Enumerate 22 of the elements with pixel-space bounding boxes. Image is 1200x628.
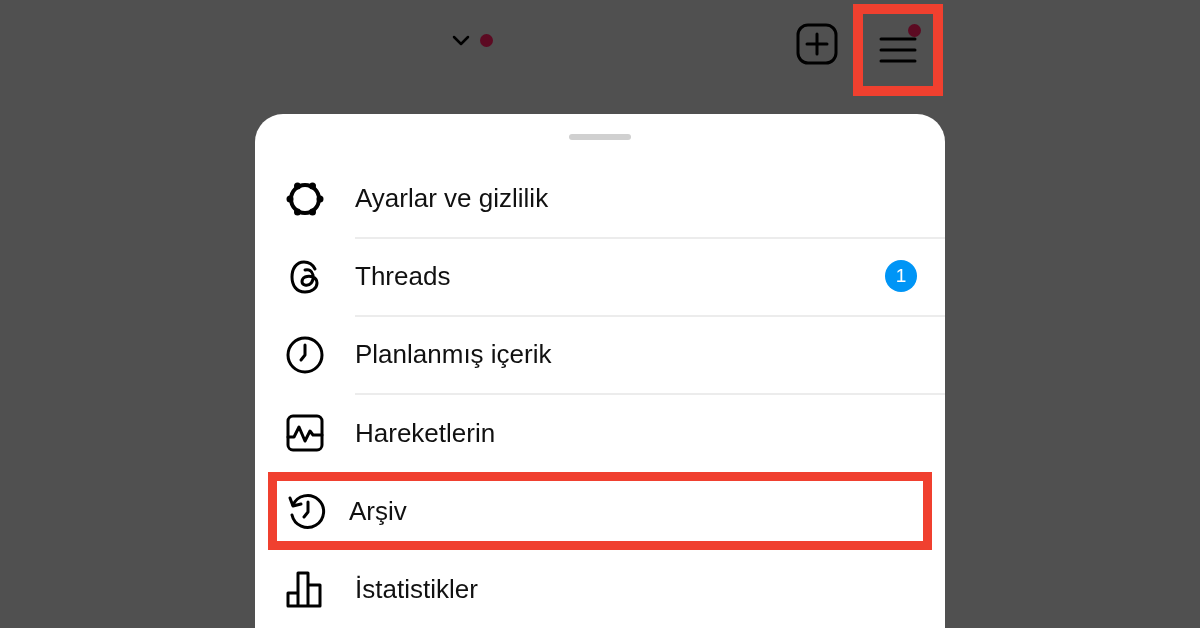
drag-handle[interactable]	[569, 134, 631, 140]
menu-item[interactable]: Planlanmış içerik	[255, 316, 945, 394]
notification-badge: 1	[885, 260, 917, 292]
clock-icon	[285, 335, 325, 375]
bar-chart-icon	[285, 569, 325, 609]
menu-item[interactable]: Arşiv	[268, 472, 932, 550]
history-clock-icon	[287, 491, 327, 531]
menu-item[interactable]: Ayarlar ve gizlilik	[255, 160, 945, 238]
menu-item-label: İstatistikler	[355, 573, 479, 605]
menu-button[interactable]	[853, 4, 943, 96]
menu-item-label: Hareketlerin	[355, 417, 497, 449]
menu-item[interactable]: İstatistikler	[255, 550, 945, 628]
menu-item-label: Arşiv	[349, 495, 408, 527]
menu-icon	[879, 35, 917, 65]
menu-item[interactable]: Threads 1	[255, 238, 945, 316]
menu-item[interactable]: Hareketlerin	[255, 394, 945, 472]
menu-item-label: Planlanmış içerik	[355, 338, 553, 370]
create-button[interactable]	[795, 22, 839, 66]
menu-item-label: Threads	[355, 260, 452, 292]
chevron-down-icon	[452, 34, 470, 47]
menu-item-label: Ayarlar ve gizlilik	[355, 182, 550, 214]
activity-icon	[285, 413, 325, 453]
